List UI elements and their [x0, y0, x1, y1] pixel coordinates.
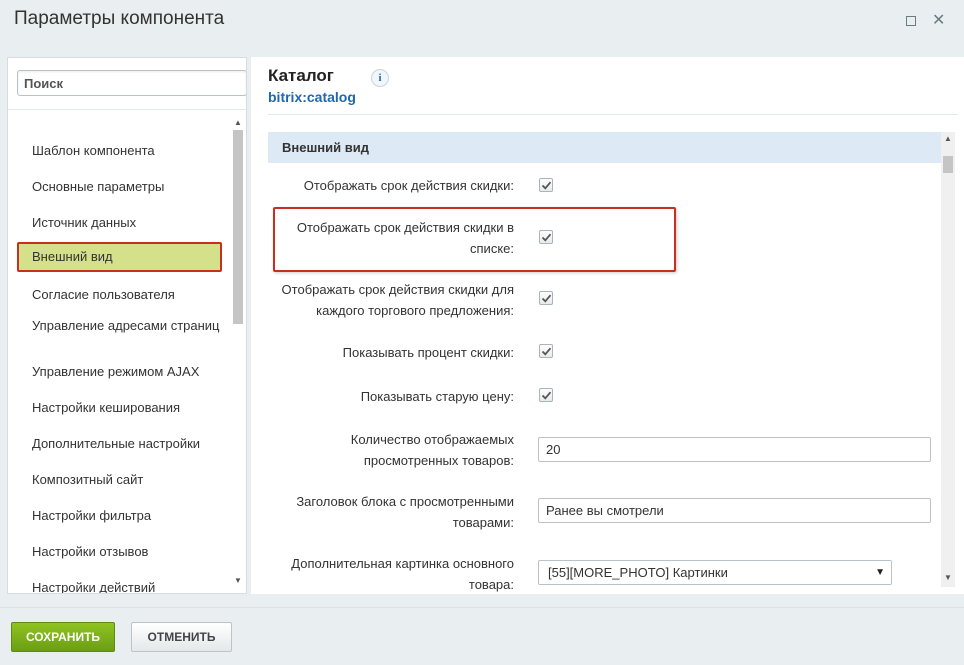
sidebar-item-filter-settings[interactable]: Настройки фильтра [17, 508, 222, 523]
sidebar-item-composite-site[interactable]: Композитный сайт [17, 472, 222, 487]
checkbox-discount-period[interactable] [539, 178, 553, 192]
additional-picture-select[interactable]: [55][MORE_PHOTO] Картинки ▼ [538, 560, 892, 585]
row-label-discount-period: Отображать срок действия скидки: [303, 178, 514, 193]
close-icon[interactable]: ✕ [932, 12, 945, 30]
sidebar-item-appearance[interactable]: Внешний вид [17, 242, 222, 272]
viewed-count-input[interactable] [538, 437, 931, 462]
sidebar-item-additional-settings[interactable]: Дополнительные настройки [17, 436, 222, 451]
scroll-up-icon[interactable]: ▲ [944, 134, 952, 143]
maximize-icon[interactable] [906, 16, 916, 26]
check-icon [541, 347, 552, 356]
sidebar: Шаблон компонента Основные параметры Ист… [7, 57, 247, 594]
sidebar-item-cache-settings[interactable]: Настройки кеширования [17, 400, 222, 415]
select-value: [55][MORE_PHOTO] Картинки [548, 565, 728, 580]
scroll-down-icon[interactable]: ▼ [944, 573, 952, 582]
viewed-title-input[interactable] [538, 498, 931, 523]
main-scrollbar[interactable]: ▲ ▼ [941, 132, 955, 587]
row-label-viewed-title: Заголовок блока с просмотренными товарам… [296, 494, 514, 530]
main-panel: Каталог bitrix:catalog i Внешний вид Ото… [251, 57, 964, 594]
checkbox-old-price[interactable] [539, 388, 553, 402]
sidebar-item-data-source[interactable]: Источник данных [17, 215, 222, 230]
row-label-discount-period-offer: Отображать срок действия скидки для кажд… [281, 282, 514, 318]
sidebar-item-action-settings[interactable]: Настройки действий [17, 580, 222, 593]
component-params-dialog: Параметры компонента ✕ Шаблон компонента… [0, 0, 964, 665]
check-icon [541, 181, 552, 190]
sidebar-scrollbar[interactable]: ▲ ▼ [232, 118, 244, 588]
divider [268, 114, 958, 115]
sidebar-item-ajax-mode[interactable]: Управление режимом AJAX [17, 364, 222, 379]
dropdown-arrow-icon: ▼ [875, 567, 885, 578]
row-label-discount-percent: Показывать процент скидки: [342, 345, 514, 360]
row-label-additional-picture: Дополнительная картинка основного товара… [291, 556, 514, 592]
section-header: Внешний вид [268, 132, 941, 163]
check-icon [541, 233, 552, 242]
titlebar[interactable]: Параметры компонента ✕ [0, 0, 964, 44]
sidebar-item-url-management[interactable]: Управление адресами страниц [17, 318, 222, 333]
check-icon [541, 294, 552, 303]
component-name: Каталог [268, 66, 334, 85]
footer: СОХРАНИТЬ ОТМЕНИТЬ [0, 607, 964, 665]
save-button[interactable]: СОХРАНИТЬ [11, 622, 115, 652]
checkbox-discount-period-offer[interactable] [539, 291, 553, 305]
sidebar-item-review-settings[interactable]: Настройки отзывов [17, 544, 222, 559]
sidebar-item-user-consent[interactable]: Согласие пользователя [17, 287, 222, 302]
dialog-title: Параметры компонента [14, 8, 225, 29]
sidebar-item-main-params[interactable]: Основные параметры [17, 179, 222, 194]
component-code: bitrix:catalog [268, 89, 356, 105]
cancel-button[interactable]: ОТМЕНИТЬ [131, 622, 232, 652]
info-icon[interactable]: i [371, 69, 389, 87]
checkbox-discount-period-list[interactable] [539, 230, 553, 244]
scrollbar-thumb[interactable] [943, 156, 953, 173]
row-label-discount-period-list: Отображать срок действия скидки в списке… [296, 220, 514, 256]
row-label-viewed-count: Количество отображаемых просмотренных то… [350, 432, 514, 468]
search-input[interactable] [17, 70, 246, 96]
scrollbar-thumb[interactable] [233, 130, 243, 324]
scroll-up-icon[interactable]: ▲ [234, 118, 242, 127]
scroll-down-icon[interactable]: ▼ [234, 576, 242, 585]
check-icon [541, 391, 552, 400]
search-area [8, 58, 246, 110]
sidebar-item-template[interactable]: Шаблон компонента [17, 143, 222, 158]
checkbox-discount-percent[interactable] [539, 344, 553, 358]
row-label-old-price: Показывать старую цену: [360, 389, 514, 404]
